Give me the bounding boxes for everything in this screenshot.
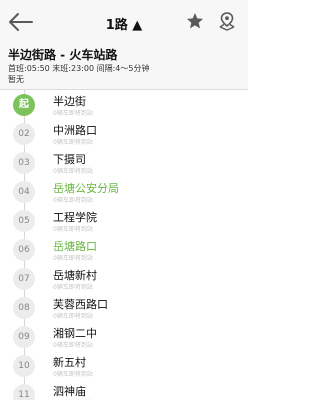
- stop-name: 下摄司: [53, 153, 86, 166]
- stop-arrival-info: 0辆车即将到站: [53, 313, 93, 320]
- route-status: 暂无: [8, 75, 24, 84]
- stop-number-badge: 06: [13, 239, 35, 261]
- stop-name: 中洲路口: [53, 124, 97, 137]
- stop-number-badge: 04: [13, 181, 35, 203]
- stop-number-badge: 起: [13, 94, 35, 116]
- stop-name: 新五村: [53, 356, 86, 369]
- stop-name: 岳塘路口: [53, 240, 97, 253]
- stop-item[interactable]: 07 岳塘新村 0辆车即将到站: [0, 264, 248, 293]
- stop-item[interactable]: 起 半边街 0辆车即将到站: [0, 90, 248, 119]
- stop-item[interactable]: 02 中洲路口 0辆车即将到站: [0, 119, 248, 148]
- stop-arrival-info: 0辆车即将到站: [53, 139, 93, 146]
- route-schedule: 首班:05:50 末班:23:00 间隔:4～5分钟: [8, 64, 150, 73]
- stop-item[interactable]: 03 下摄司 0辆车即将到站: [0, 148, 248, 177]
- direction-indicator: ▲: [132, 18, 143, 33]
- stop-number-badge: 05: [13, 210, 35, 232]
- route-number: 1路: [105, 18, 128, 33]
- stop-number-badge: 07: [13, 268, 35, 290]
- stop-number-badge: 03: [13, 152, 35, 174]
- stop-list: 起 半边街 0辆车即将到站 02 中洲路口 0辆车即将到站 03 下摄司 0辆车即将到站 04 岳塘…: [0, 90, 248, 400]
- stop-arrival-info: 0辆车即将到站: [53, 255, 93, 262]
- stop-number-badge: 11: [13, 384, 35, 400]
- stop-item[interactable]: 05 工程学院 0辆车即将到站: [0, 206, 248, 235]
- stop-number-badge: 08: [13, 297, 35, 319]
- stop-name: 湘钢二中: [53, 327, 97, 340]
- stop-item[interactable]: 08 芙蓉西路口 0辆车即将到站: [0, 293, 248, 322]
- stop-arrival-info: 0辆车即将到站: [53, 110, 93, 117]
- stop-name: 泗神庙: [53, 385, 86, 398]
- stop-arrival-info: 0辆车即将到站: [53, 168, 93, 175]
- stop-item[interactable]: 04 岳塘公安分局 0辆车即将到站: [0, 177, 248, 206]
- stop-name: 岳塘公安分局: [53, 182, 119, 195]
- stop-arrival-info: 0辆车即将到站: [53, 226, 93, 233]
- map-pin-icon[interactable]: [218, 11, 236, 31]
- route-title[interactable]: 1路 ▲: [0, 14, 248, 33]
- stop-arrival-info: 0辆车即将到站: [53, 284, 93, 291]
- stop-number-badge: 02: [13, 123, 35, 145]
- route-info-panel: 半边街路 - 火车站路 首班:05:50 末班:23:00 间隔:4～5分钟 暂…: [0, 44, 248, 89]
- stop-item[interactable]: 09 湘钢二中 0辆车即将到站: [0, 322, 248, 351]
- stop-arrival-info: 0辆车即将到站: [53, 197, 93, 204]
- route-endpoints: 半边街路 - 火车站路: [8, 48, 118, 62]
- stop-name: 工程学院: [53, 211, 97, 224]
- stop-number-badge: 10: [13, 355, 35, 377]
- stop-number-badge: 09: [13, 326, 35, 348]
- stop-item[interactable]: 06 岳塘路口 0辆车即将到站: [0, 235, 248, 264]
- stop-arrival-info: 0辆车即将到站: [53, 371, 93, 378]
- star-icon[interactable]: [186, 12, 204, 30]
- stop-item[interactable]: 11泗神庙0辆车即将到站: [0, 380, 248, 400]
- stop-name: 半边街: [53, 95, 86, 108]
- stop-item[interactable]: 10 新五村 0辆车即将到站: [0, 351, 248, 380]
- stop-arrival-info: 0辆车即将到站: [53, 342, 93, 349]
- stop-name: 芙蓉西路口: [53, 298, 108, 311]
- stop-name: 岳塘新村: [53, 269, 97, 282]
- navigation-bar: 1路 ▲: [0, 0, 248, 44]
